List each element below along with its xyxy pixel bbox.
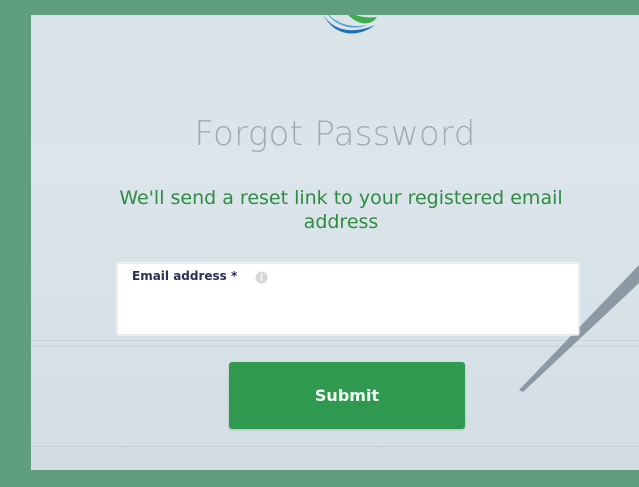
email-field[interactable]: Email address * bbox=[117, 263, 579, 335]
page-frame: Forgot Password We'll send a reset link … bbox=[0, 0, 639, 487]
background-line bbox=[31, 446, 639, 447]
submit-button[interactable]: Submit bbox=[229, 362, 465, 429]
page-subtitle: We'll send a reset link to your register… bbox=[119, 187, 563, 233]
email-input[interactable] bbox=[128, 292, 572, 328]
background-line bbox=[31, 340, 639, 341]
page-title: Forgot Password bbox=[194, 114, 476, 154]
forgot-password-panel: Forgot Password We'll send a reset link … bbox=[31, 15, 639, 470]
info-icon[interactable] bbox=[255, 271, 268, 284]
email-label: Email address * bbox=[132, 269, 238, 283]
background-line bbox=[31, 346, 639, 347]
brand-logo-icon bbox=[323, 15, 377, 34]
